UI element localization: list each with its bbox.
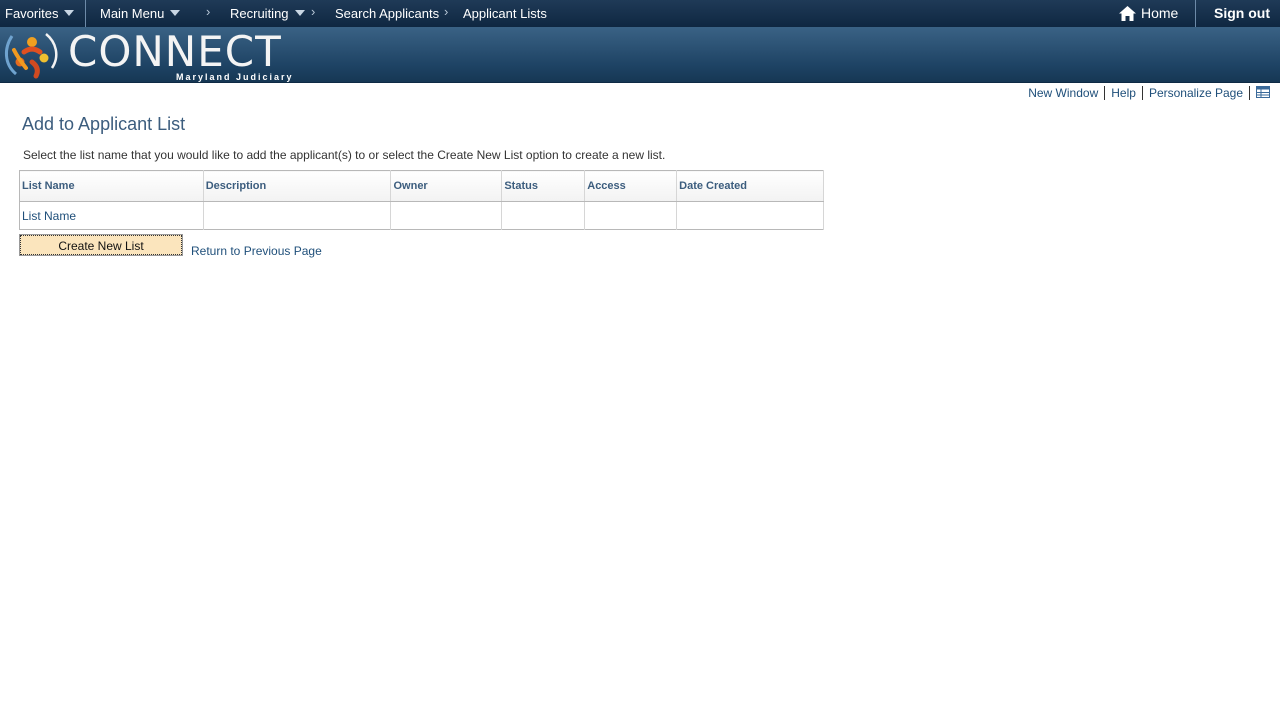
link-separator [1249,86,1250,100]
chevron-right-icon: › [311,4,316,19]
new-window-link[interactable]: New Window [1028,86,1098,100]
home-link[interactable]: Home [1119,0,1178,27]
table-header-row: List Name Description Owner Status Acces… [19,170,824,202]
breadcrumb-search-applicants[interactable]: Search Applicants [335,0,439,27]
page-grid-icon[interactable] [1256,85,1270,101]
breadcrumb-recruiting[interactable]: Recruiting [230,0,305,27]
help-link[interactable]: Help [1111,86,1136,100]
connect-logo-icon [2,28,62,82]
column-header-list-name: List Name [19,170,204,202]
chevron-down-icon [170,9,181,16]
column-header-date-created: Date Created [676,170,824,202]
banner: CONNECT Maryland Judiciary [0,27,1280,83]
chevron-right-icon: › [206,4,211,19]
list-name-cell: List Name [19,201,204,230]
main-menu-label: Main Menu [100,6,165,21]
status-cell [501,201,586,230]
logo-subtext: Maryland Judiciary [176,72,294,82]
description-cell [203,201,392,230]
breadcrumb-applicant-lists[interactable]: Applicant Lists [463,0,547,27]
table-row: List Name [19,201,824,230]
page-title: Add to Applicant List [22,114,186,134]
link-separator [1104,86,1106,100]
nav-divider [1195,0,1196,27]
owner-cell [390,201,503,230]
main-menu[interactable]: Main Menu [100,0,181,27]
column-header-access: Access [584,170,678,202]
top-navigation-bar: Favorites Main Menu › Recruiting › Searc… [0,0,1280,27]
column-header-description: Description [203,170,392,202]
return-to-previous-page-link[interactable]: Return to Previous Page [191,244,322,258]
date-created-cell [676,201,824,230]
chevron-down-icon [64,9,75,16]
home-label: Home [1141,5,1179,21]
breadcrumb-recruiting-label: Recruiting [230,6,289,21]
home-icon [1119,6,1136,21]
link-separator [1141,86,1143,100]
logo-text: CONNECT [68,27,282,76]
sign-out-link[interactable]: Sign out [1214,0,1270,27]
column-header-status: Status [501,170,586,202]
applicant-list-table: List Name Description Owner Status Acces… [19,170,824,230]
breadcrumb-applicant-lists-label: Applicant Lists [463,6,547,21]
favorites-label: Favorites [5,6,59,21]
breadcrumb-search-applicants-label: Search Applicants [335,6,440,21]
instructions-text: Select the list name that you would like… [23,148,666,162]
list-name-link[interactable]: List Name [22,209,76,223]
chevron-right-icon: › [444,4,449,19]
access-cell [584,201,678,230]
sign-out-label: Sign out [1214,5,1270,21]
personalize-page-link[interactable]: Personalize Page [1149,86,1243,100]
create-new-list-button[interactable]: Create New List [19,234,183,256]
nav-divider [85,0,86,27]
page-utility-links: New Window Help Personalize Page [1028,84,1270,102]
column-header-owner: Owner [390,170,503,202]
favorites-menu[interactable]: Favorites [5,0,75,27]
chevron-down-icon [294,9,305,16]
